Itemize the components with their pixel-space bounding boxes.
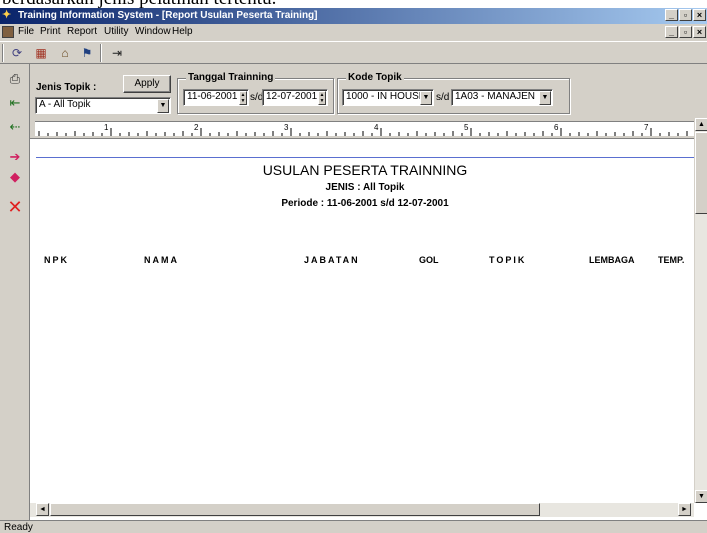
report-periode: Periode : 11-06-2001 s/d 12-07-2001: [281, 198, 449, 209]
side-toolbar: ⎙ ⇤ ⇠ ➔ ◆ ✕: [0, 64, 30, 520]
mdi-restore-button[interactable]: ▫: [679, 26, 692, 38]
bank-icon[interactable]: ⌂: [56, 44, 74, 62]
runner-icon[interactable]: ⚑: [78, 44, 96, 62]
chevron-down-icon[interactable]: ▼: [157, 99, 169, 113]
kode-to-select[interactable]: 1A03 - MANAJEN ▼: [451, 89, 553, 106]
background-document-text: berdasarkan jenis pelatihan tertentu.: [0, 0, 707, 8]
menu-report[interactable]: Report: [67, 26, 97, 37]
print-icon[interactable]: ⎙: [5, 70, 25, 88]
refresh-icon[interactable]: ⟳: [8, 44, 26, 62]
window-title: Training Information System - [Report Us…: [18, 10, 318, 21]
filter-panel: Jenis Topik : Apply A - All Topik ▼ Tang…: [30, 64, 707, 118]
close-report-icon[interactable]: ✕: [5, 198, 25, 216]
kode-from-value: 1000 - IN HOUSE: [346, 91, 426, 102]
report-page: USULAN PESERTA TRAINNING JENIS : All Top…: [36, 157, 694, 503]
mdi-window-controls: _ ▫ ×: [665, 26, 706, 38]
scroll-up-icon[interactable]: ▲: [695, 118, 707, 131]
previous-page-icon[interactable]: ⇠: [5, 118, 25, 136]
menu-file[interactable]: File: [18, 26, 34, 37]
report-jenis: JENIS : All Topik: [325, 182, 405, 193]
column-header-gol: GOL: [419, 255, 439, 265]
restore-button[interactable]: ▫: [679, 9, 692, 21]
date-from-value: 11-06-2001: [187, 91, 238, 102]
horizontal-scrollbar[interactable]: ◄ ►: [30, 503, 694, 517]
menu-bar: File Print Report Utility Window Help _ …: [0, 24, 707, 41]
column-header-nama: NAMA: [144, 255, 179, 265]
kode-sd-label: s/d: [436, 92, 450, 103]
ruler-number: 1: [104, 123, 109, 132]
ruler-number: 7: [644, 123, 649, 132]
calculator-icon[interactable]: ▦: [32, 44, 50, 62]
exit-door-icon[interactable]: ⇥: [108, 44, 126, 62]
scroll-right-icon[interactable]: ►: [678, 503, 691, 516]
chevron-down-icon[interactable]: ▼: [420, 91, 432, 105]
vertical-scrollbar[interactable]: ▲ ▼: [694, 118, 707, 503]
ruler-number: 6: [554, 123, 559, 132]
scroll-left-icon[interactable]: ◄: [36, 503, 49, 516]
kode-from-select[interactable]: 1000 - IN HOUSE ▼: [342, 89, 434, 106]
chevron-down-icon[interactable]: ▼: [539, 91, 551, 105]
menu-help[interactable]: Help: [172, 26, 193, 37]
mdi-minimize-button[interactable]: _: [665, 26, 678, 38]
jenis-topik-label: Jenis Topik :: [36, 82, 97, 93]
next-arrow-icon[interactable]: ➔: [5, 148, 25, 166]
minimize-button[interactable]: _: [665, 9, 678, 21]
column-header-lembaga: LEMBAGA: [589, 255, 635, 265]
menu-window[interactable]: Window: [135, 26, 171, 37]
ruler-strip: 1 2 3 4 5 6 7: [35, 121, 694, 136]
date-to-field[interactable]: 12-07-2001 ▲ ▼: [262, 89, 328, 106]
toolbar-grip: [2, 44, 4, 62]
document-fragment: berdasarkan jenis pelatihan tertentu.: [2, 0, 276, 8]
mdi-child-icon[interactable]: [2, 26, 14, 38]
app-icon: ✦: [2, 9, 12, 21]
status-text: Ready: [4, 522, 33, 533]
apply-button[interactable]: Apply: [123, 75, 171, 93]
spin-icon[interactable]: ▲ ▼: [318, 91, 326, 105]
kode-topik-title: Kode Topik: [346, 72, 404, 83]
ruler-number: 5: [464, 123, 469, 132]
column-header-jabatan: JABATAN: [304, 255, 360, 265]
jenis-topik-value: A - All Topik: [39, 99, 91, 110]
column-header-tempat: TEMP.: [658, 255, 685, 265]
report-title: USULAN PESERTA TRAINNING: [262, 162, 468, 178]
ruler-ticks: [38, 128, 688, 136]
close-button[interactable]: ×: [693, 9, 706, 21]
toolbar: ⟳ ▦ ⌂ ⚑ ⇥: [0, 41, 707, 64]
first-page-icon[interactable]: ⇤: [5, 94, 25, 112]
column-header-npk: NPK: [44, 255, 70, 265]
column-header-topik: TOPIK: [489, 255, 527, 265]
ruler: 1 2 3 4 5 6 7: [30, 118, 694, 139]
tanggal-trainning-title: Tanggal Trainning: [186, 72, 276, 83]
jenis-topik-select[interactable]: A - All Topik ▼: [35, 97, 171, 114]
back-arrow-icon[interactable]: ◆: [5, 168, 25, 186]
ruler-number: 4: [374, 123, 379, 132]
vertical-scroll-thumb[interactable]: [695, 132, 707, 214]
horizontal-scroll-thumb[interactable]: [50, 503, 540, 516]
kode-to-value: 1A03 - MANAJEN: [455, 91, 536, 102]
status-bar: Ready: [0, 520, 707, 533]
report-preview[interactable]: USULAN PESERTA TRAINNING JENIS : All Top…: [30, 139, 694, 503]
date-from-field[interactable]: 11-06-2001 ▲ ▼: [183, 89, 249, 106]
date-to-value: 12-07-2001: [266, 91, 318, 102]
menu-utility[interactable]: Utility: [104, 26, 128, 37]
ruler-number: 3: [284, 123, 289, 132]
menu-print[interactable]: Print: [40, 26, 61, 37]
scroll-down-icon[interactable]: ▼: [695, 490, 707, 503]
mdi-close-button[interactable]: ×: [693, 26, 706, 38]
spin-icon[interactable]: ▲ ▼: [239, 91, 247, 105]
window-controls: _ ▫ ×: [665, 9, 706, 21]
ruler-number: 2: [194, 123, 199, 132]
title-bar: ✦ Training Information System - [Report …: [0, 8, 707, 24]
toolbar-separator: [100, 44, 102, 62]
